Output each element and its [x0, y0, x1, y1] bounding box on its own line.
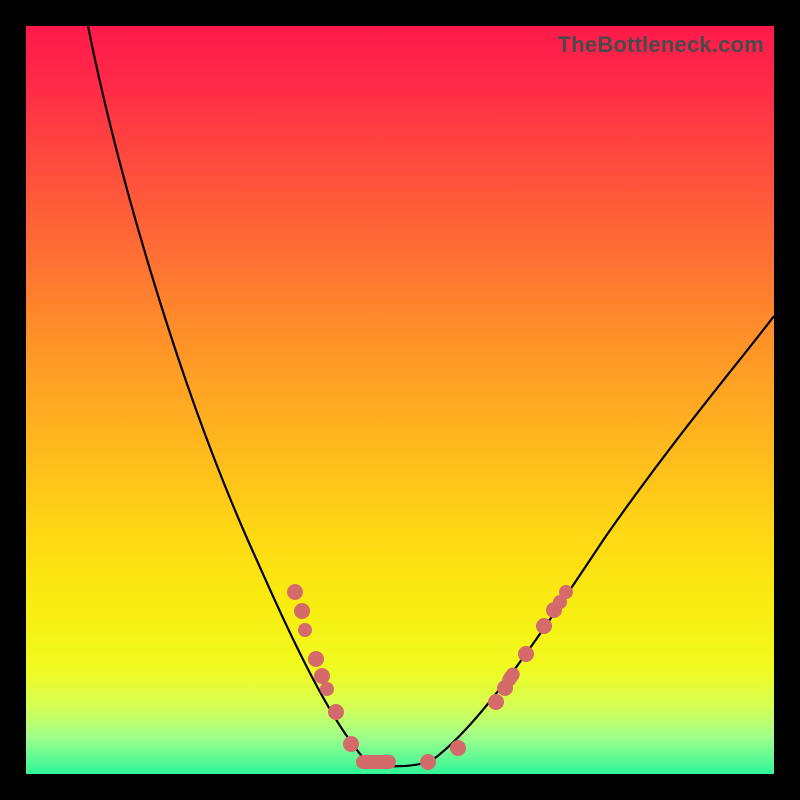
marker-dot: [314, 668, 330, 684]
marker-layer: [287, 584, 573, 770]
marker-dot: [518, 646, 534, 662]
marker-dot: [308, 651, 324, 667]
bottleneck-curve-svg: [26, 26, 774, 774]
marker-dot: [420, 754, 436, 770]
marker-dot: [559, 585, 573, 599]
marker-dot: [536, 618, 552, 634]
chart-frame: TheBottleneck.com: [26, 26, 774, 774]
marker-dot: [298, 623, 312, 637]
marker-dot: [320, 682, 334, 696]
marker-dot: [488, 694, 504, 710]
watermark-text: TheBottleneck.com: [558, 32, 764, 58]
marker-pill: [356, 755, 396, 769]
marker-dot: [294, 603, 310, 619]
curve-path: [88, 26, 774, 766]
marker-dot: [343, 736, 359, 752]
marker-dot: [450, 740, 466, 756]
marker-dot: [328, 704, 344, 720]
marker-dot: [287, 584, 303, 600]
